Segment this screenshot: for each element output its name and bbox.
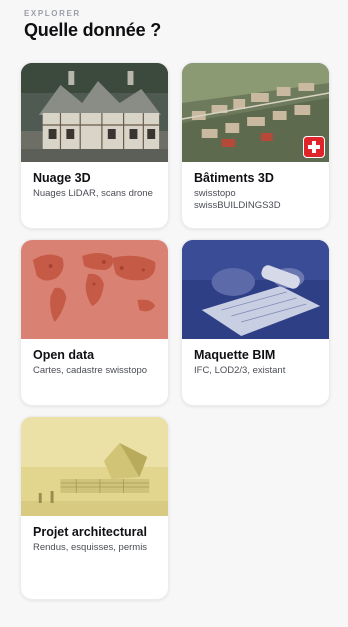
card-title: Bâtiments 3D	[194, 171, 274, 185]
architect-drawing-image	[182, 240, 329, 339]
header-eyebrow: EXPLORER	[24, 9, 81, 18]
page-title: Quelle donnée ?	[24, 20, 162, 40]
card-batiments-3d[interactable]: Bâtiments 3D swisstopo swissBUILDINGS3D	[181, 62, 330, 229]
card-subtitle: Cartes, cadastre swisstopo	[33, 365, 148, 376]
card-nuage-3d[interactable]: Nuage 3D Nuages LiDAR, scans drone	[20, 62, 169, 229]
swiss-flag-icon	[303, 136, 325, 158]
3d-city-model-image	[182, 63, 329, 162]
card-title: Projet architectural	[33, 525, 147, 539]
world-map-image	[21, 240, 168, 339]
card-subtitle: Nuages LiDAR, scans drone	[33, 188, 153, 199]
card-open-data[interactable]: Open data Cartes, cadastre swisstopo	[20, 239, 169, 406]
card-title: Nuage 3D	[33, 171, 91, 185]
card-title: Open data	[33, 348, 95, 362]
card-projet-architectural[interactable]: Projet architectural Rendus, esquisses, …	[20, 416, 169, 600]
point-cloud-building-image	[21, 63, 168, 162]
card-subtitle: IFC, LOD2/3, existant	[194, 365, 286, 376]
architectural-render-image	[21, 417, 168, 516]
card-title: Maquette BIM	[194, 348, 276, 362]
card-maquette-bim[interactable]: Maquette BIM IFC, LOD2/3, existant	[181, 239, 330, 406]
card-subtitle: swisstopo swissBUILDINGS3D	[194, 188, 281, 211]
card-subtitle: Rendus, esquisses, permis	[33, 542, 148, 553]
